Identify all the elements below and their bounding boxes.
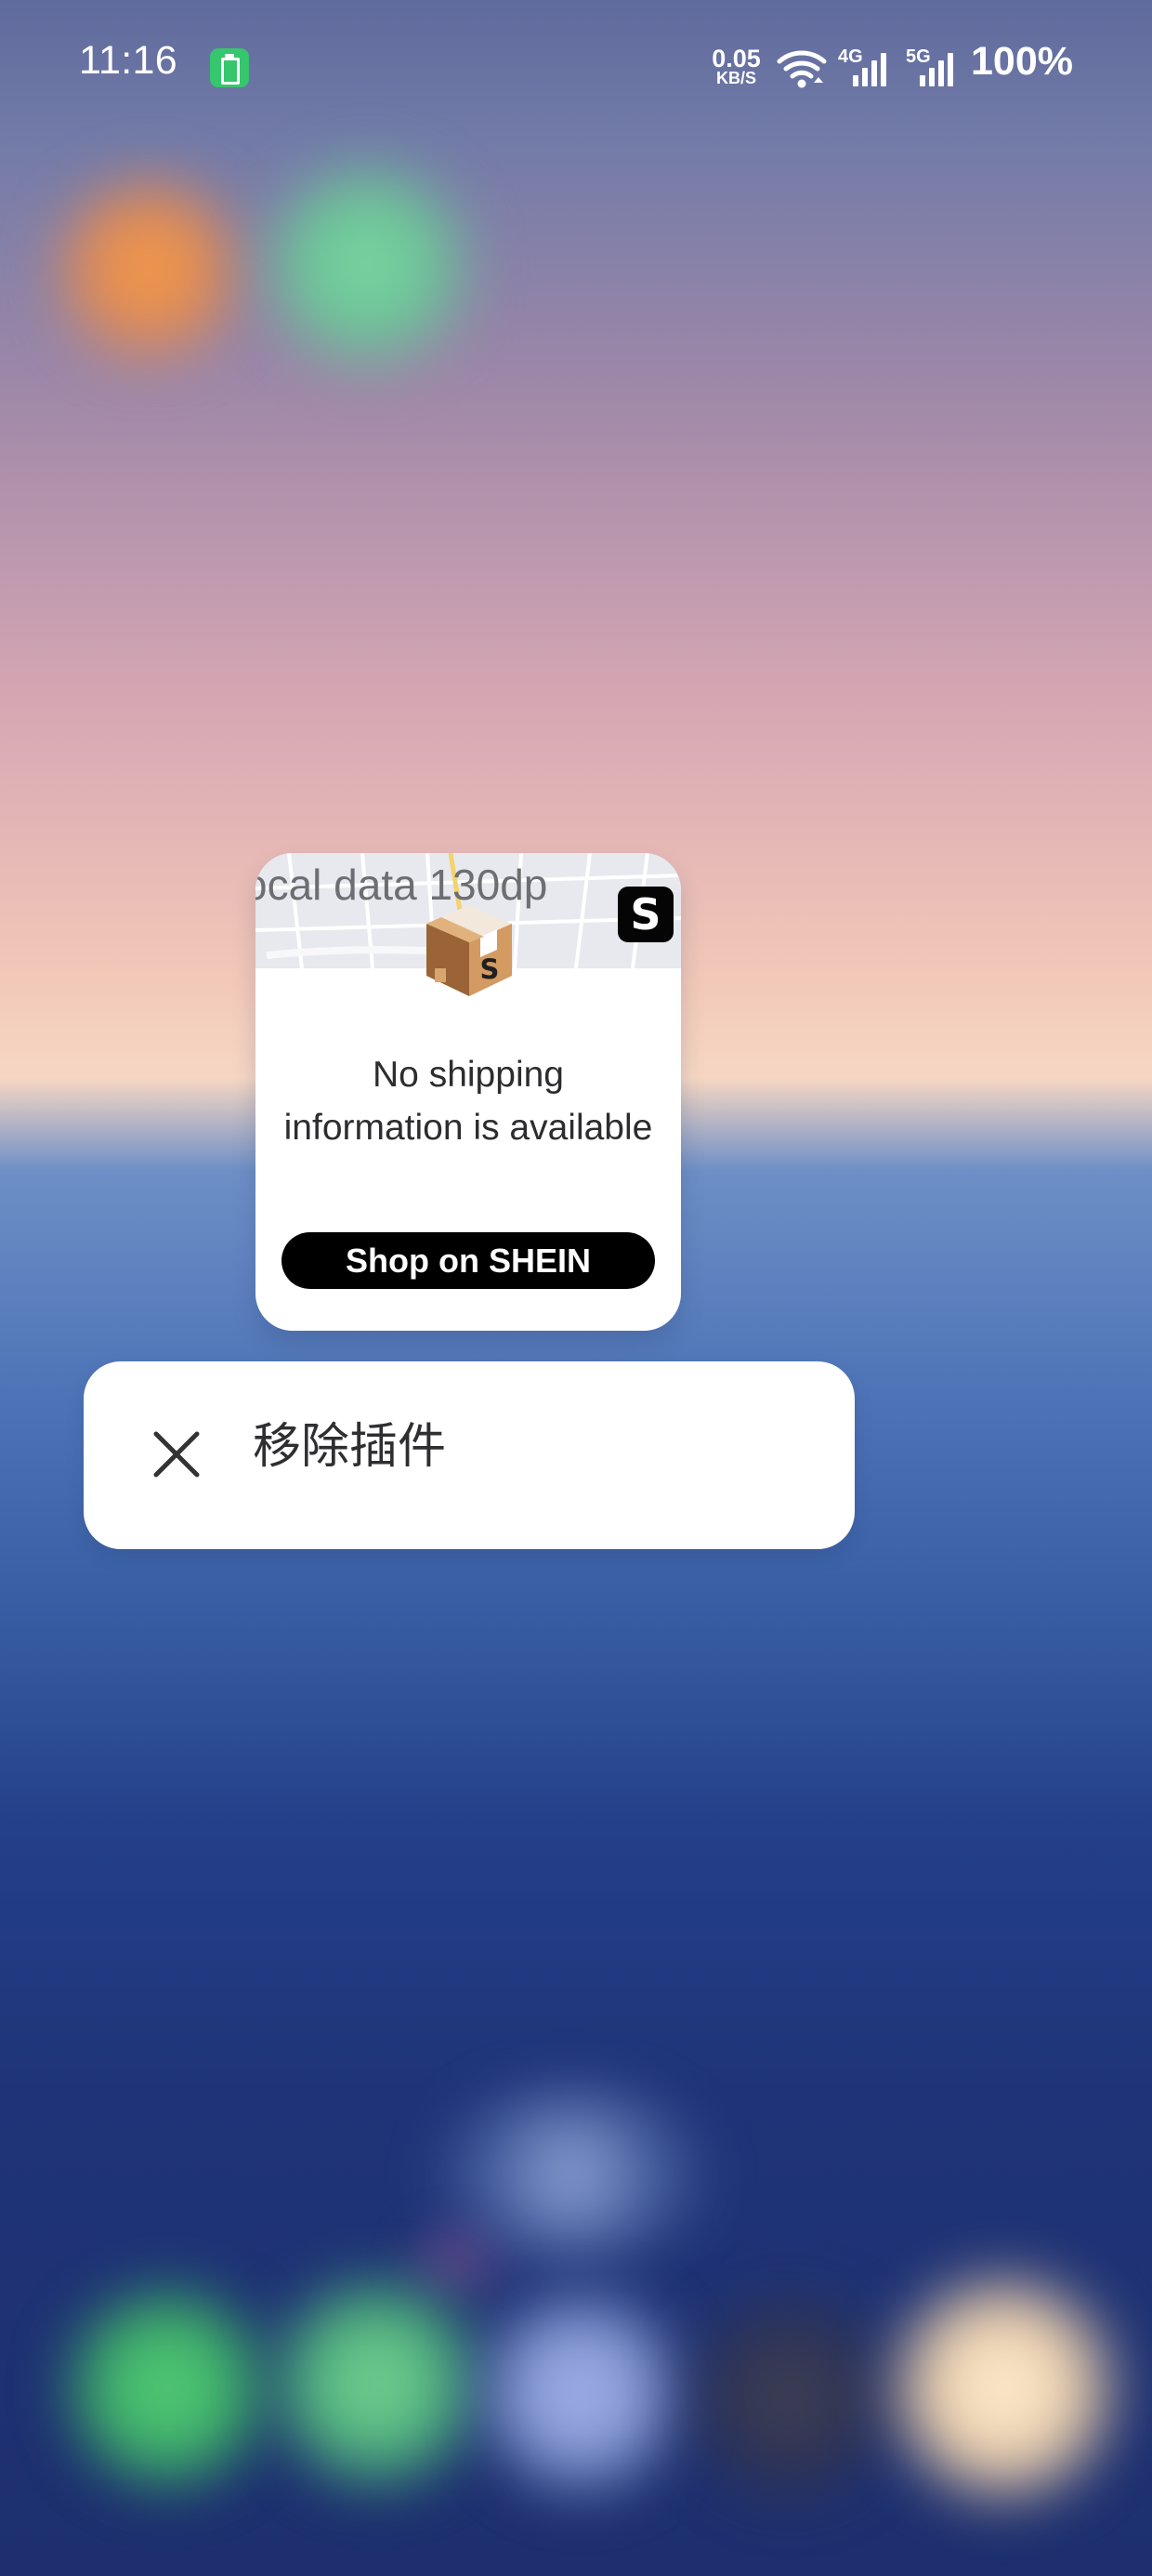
status-time: 11:16 bbox=[79, 38, 177, 83]
shipping-status-message: No shipping information is available bbox=[255, 1048, 681, 1154]
wifi-icon bbox=[777, 50, 827, 88]
map-header: ocal data 130dp S S bbox=[255, 853, 681, 996]
shein-widget-card[interactable]: ocal data 130dp S S No shipping informat… bbox=[255, 853, 681, 1331]
shop-on-shein-button[interactable]: Shop on SHEIN bbox=[281, 1232, 655, 1289]
blurred-dock-phone-icon bbox=[65, 2286, 269, 2491]
shein-brand-icon: S bbox=[618, 887, 674, 942]
close-icon bbox=[153, 1431, 200, 1478]
shipping-status-line-2: information is available bbox=[283, 1108, 653, 1148]
blurred-dock-gallery-icon bbox=[887, 2272, 1119, 2504]
blurred-dock-browser-icon bbox=[478, 2291, 683, 2495]
battery-saver-icon bbox=[210, 48, 249, 87]
blurred-green-app-icon bbox=[265, 163, 469, 367]
remove-widget-label: 移除插件 bbox=[253, 1419, 447, 1475]
battery-level: 100% bbox=[971, 39, 1073, 84]
remove-widget-menu-item[interactable]: 移除插件 bbox=[84, 1361, 855, 1549]
blurred-dock-message-icon bbox=[269, 2277, 483, 2491]
blurred-orange-app-icon bbox=[56, 177, 242, 362]
network-speed: 0.05 KB/S bbox=[706, 46, 766, 93]
widget-action-menu[interactable]: 移除插件 bbox=[84, 1361, 855, 1549]
network-speed-value: 0.05 bbox=[712, 45, 761, 72]
package-label: S bbox=[480, 953, 500, 985]
signal-4g-icon bbox=[853, 53, 888, 86]
network-speed-unit: KB/S bbox=[715, 69, 756, 87]
signal-5g-icon bbox=[920, 53, 955, 86]
status-bar: 11:16 0.05 KB/S 4G 5G 100% bbox=[0, 0, 1152, 135]
blurred-dock-camera-icon bbox=[687, 2295, 892, 2500]
package-icon: S bbox=[426, 905, 512, 996]
shipping-status-line-1: No shipping bbox=[373, 1055, 564, 1095]
